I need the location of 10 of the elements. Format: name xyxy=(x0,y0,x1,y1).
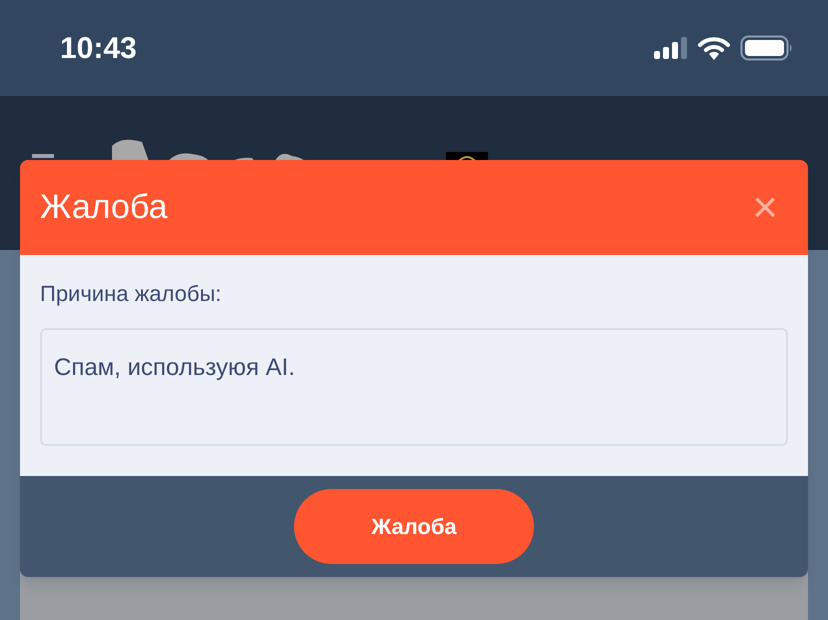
field-label: Причина жалобы: xyxy=(40,280,222,308)
clock: 10:43 xyxy=(60,30,137,66)
signal-icon xyxy=(654,37,688,59)
dialog-title: Жалоба xyxy=(40,187,168,228)
close-button[interactable]: × xyxy=(752,186,778,230)
wifi-icon xyxy=(698,36,730,60)
menu-icon xyxy=(32,154,54,158)
submit-button[interactable]: Жалоба xyxy=(294,489,534,564)
battery-icon xyxy=(740,35,794,61)
reason-field[interactable]: Спам, используюя AI. xyxy=(40,328,788,446)
